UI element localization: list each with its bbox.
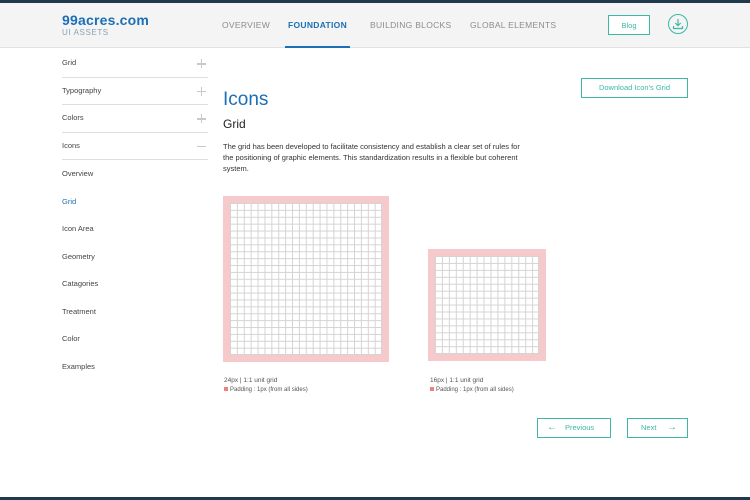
sidebar-sub-examples[interactable]: Examples	[62, 353, 208, 381]
arrow-left-icon: ←	[547, 422, 557, 433]
logo-name: 99acres.com	[62, 12, 150, 28]
padding-swatch	[430, 387, 434, 391]
plus-icon[interactable]	[197, 86, 206, 96]
sidebar-sub-grid[interactable]: Grid	[62, 188, 208, 216]
sidebar-sub-icon-area[interactable]: Icon Area	[62, 215, 208, 243]
plus-icon[interactable]	[197, 59, 206, 68]
logo-subtitle: UI ASSETS	[62, 28, 109, 37]
grid-24px-cells	[230, 203, 382, 355]
sidebar-item-typography[interactable]: Typography	[62, 78, 208, 105]
grid-24px-padding	[223, 196, 389, 362]
sidebar-sub-overview[interactable]: Overview	[62, 160, 208, 188]
sidebar-sub-geometry[interactable]: Geometry	[62, 243, 208, 271]
arrow-right-icon: →	[667, 422, 677, 433]
blog-button[interactable]: Blog	[608, 15, 650, 35]
grid-16px-padding-note: Padding : 1px (from all sides)	[430, 387, 514, 393]
sidebar-item-icons[interactable]: Icons	[62, 133, 208, 160]
plus-icon[interactable]	[197, 114, 206, 123]
next-label: Next	[641, 423, 657, 432]
sidebar-item-label: Colors	[62, 113, 84, 122]
minus-icon[interactable]	[197, 142, 206, 151]
previous-button[interactable]: ← Previous	[537, 418, 611, 438]
download-icons-grid-button[interactable]: Download Icon's Grid	[581, 78, 688, 98]
grid-24px-padding-note: Padding : 1px (from all sides)	[224, 387, 308, 393]
nav-overview[interactable]: OVERVIEW	[222, 3, 270, 47]
padding-swatch	[224, 387, 228, 391]
sidebar-item-label: Grid	[62, 58, 77, 67]
page-title: Icons	[223, 88, 269, 110]
section-description: The grid has been developed to facilitat…	[223, 142, 520, 173]
sidebar-sub-catagories[interactable]: Catagories	[62, 270, 208, 298]
grid-16px-cells	[435, 256, 539, 354]
previous-label: Previous	[565, 423, 595, 432]
header: 99acres.com UI ASSETS OVERVIEW FOUNDATIO…	[0, 3, 750, 48]
nav-global-elements[interactable]: GLOBAL ELEMENTS	[470, 3, 556, 47]
download-icon[interactable]	[668, 14, 688, 34]
padding-note-text: Padding : 1px (from all sides)	[436, 387, 514, 393]
grid-16px-padding	[428, 249, 546, 361]
sidebar-item-colors[interactable]: Colors	[62, 105, 208, 133]
sidebar-item-label: Typography	[62, 85, 102, 95]
sidebar-sub-treatment[interactable]: Treatment	[62, 298, 208, 326]
sidebar-item-grid[interactable]: Grid	[62, 50, 208, 78]
nav-foundation[interactable]: FOUNDATION	[284, 3, 351, 48]
logo[interactable]: 99acres.com UI ASSETS	[62, 13, 149, 37]
section-title: Grid	[223, 117, 246, 131]
nav-building-blocks[interactable]: BUILDING BLOCKS	[370, 3, 452, 47]
grid-16px-caption: 16px | 1:1 unit grid	[430, 377, 484, 384]
sidebar-sub-color[interactable]: Color	[62, 325, 208, 353]
grid-24px-caption: 24px | 1:1 unit grid	[224, 377, 278, 384]
sidebar: Grid Typography Colors Icons Overview Gr…	[62, 50, 208, 380]
padding-note-text: Padding : 1px (from all sides)	[230, 387, 308, 393]
sidebar-item-label: Icons	[62, 140, 80, 150]
next-button[interactable]: Next →	[627, 418, 688, 438]
